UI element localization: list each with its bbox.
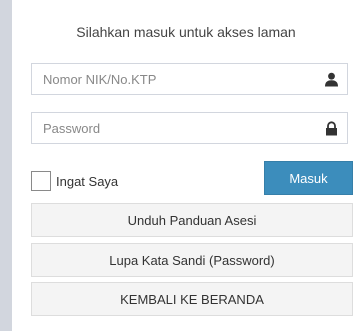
lock-icon bbox=[324, 121, 339, 136]
login-button[interactable]: Masuk bbox=[264, 161, 353, 195]
nik-input[interactable] bbox=[32, 64, 313, 94]
password-field[interactable] bbox=[31, 112, 348, 144]
password-input[interactable] bbox=[32, 113, 313, 143]
login-message: Silahkan masuk untuk akses laman bbox=[76, 24, 296, 40]
forgot-password-button[interactable]: Lupa Kata Sandi (Password) bbox=[31, 243, 353, 277]
nik-field[interactable] bbox=[31, 63, 348, 95]
user-icon bbox=[324, 72, 339, 87]
back-to-home-button[interactable]: KEMBALI KE BERANDA bbox=[31, 282, 353, 316]
login-box: Silahkan masuk untuk akses laman Ingat S… bbox=[12, 0, 360, 331]
download-guide-button[interactable]: Unduh Panduan Asesi bbox=[31, 203, 353, 237]
remember-me[interactable]: Ingat Saya bbox=[31, 170, 118, 192]
remember-checkbox[interactable] bbox=[31, 171, 51, 191]
remember-label: Ingat Saya bbox=[56, 173, 119, 189]
